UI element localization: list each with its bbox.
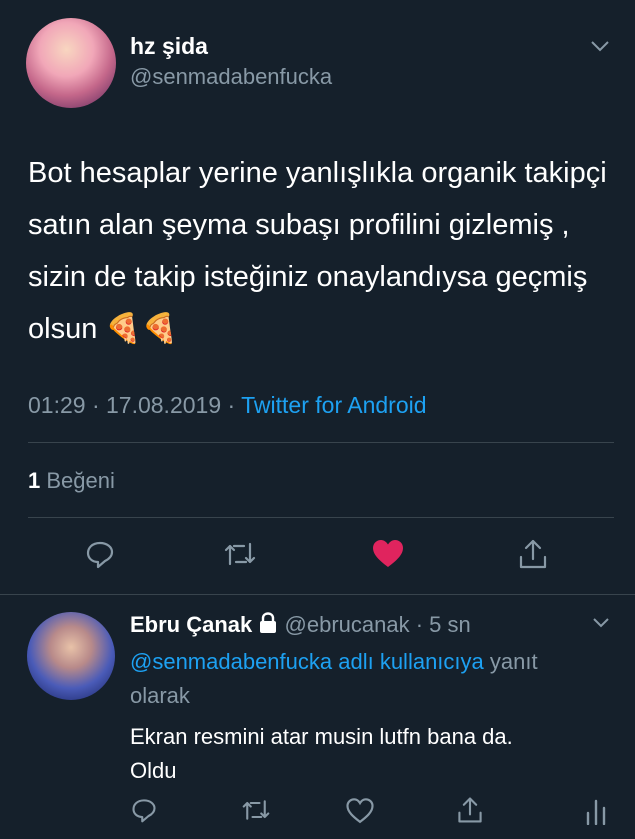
likes-stat[interactable]: 1 Beğeni (28, 468, 115, 494)
reply-author-handle[interactable]: @ebrucanak (285, 612, 410, 637)
likes-count: 1 (28, 468, 41, 493)
reply-to-suffix-line2: olarak (130, 683, 190, 708)
divider (28, 517, 614, 518)
author-name[interactable]: hz şida (130, 33, 208, 60)
tweet-text: Bot hesaplar yerine yanlışlıkla organik … (28, 157, 607, 345)
share-icon[interactable] (455, 795, 485, 825)
author-handle[interactable]: @senmadabenfucka (130, 64, 332, 90)
reply-to-link[interactable]: @senmadabenfucka adlı kullanıcıya (130, 649, 484, 674)
reply-to-suffix: yanıt (483, 649, 538, 674)
reply-author-name[interactable]: Ebru Çanak (130, 612, 252, 637)
retweet-icon[interactable] (240, 796, 272, 824)
analytics-icon[interactable] (585, 797, 607, 825)
reply-icon[interactable] (84, 538, 116, 570)
tweet-source-link[interactable]: Twitter for Android (241, 392, 426, 418)
tweet-timestamp: 01:29 · 17.08.2019 · (28, 392, 236, 418)
lock-icon (258, 612, 278, 640)
reply-text-line1: Ekran resmini atar musin lutfn bana da. (130, 724, 513, 749)
retweet-icon[interactable] (222, 538, 258, 570)
author-avatar[interactable] (26, 18, 116, 108)
reply-header: Ebru Çanak @ebrucanak · 5 sn (130, 612, 471, 640)
tweet-meta: 01:29 · 17.08.2019 · Twitter for Android (28, 392, 427, 419)
reply-time: · 5 sn (415, 612, 471, 637)
reply-author-avatar[interactable] (27, 612, 115, 700)
heart-icon[interactable] (370, 538, 406, 570)
likes-label: Beğeni (46, 468, 115, 493)
share-icon[interactable] (516, 537, 550, 571)
divider (28, 442, 614, 443)
divider (0, 594, 635, 595)
heart-icon[interactable] (345, 797, 375, 825)
reply-context: @senmadabenfucka adlı kullanıcıya yanıt … (130, 645, 610, 713)
reply-text: Ekran resmini atar musin lutfn bana da. … (130, 720, 610, 788)
chevron-down-icon[interactable] (591, 616, 611, 630)
reply-icon[interactable] (130, 796, 158, 824)
chevron-down-icon[interactable] (589, 38, 611, 54)
reply-text-line2: Oldu (130, 758, 177, 783)
